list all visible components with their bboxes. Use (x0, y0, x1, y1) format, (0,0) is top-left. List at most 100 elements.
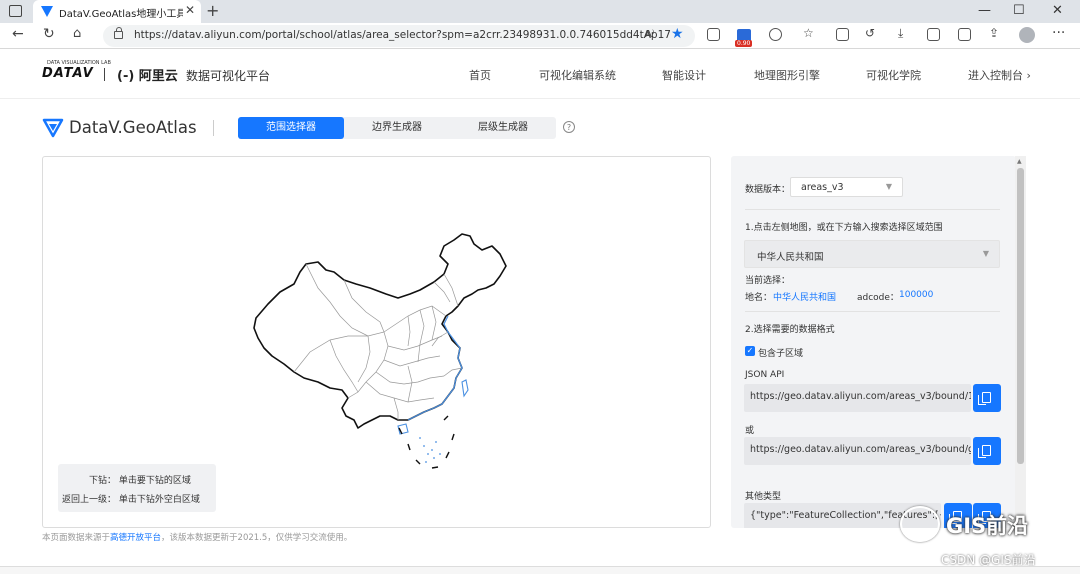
datav-favicon-icon (41, 6, 53, 17)
copilot-icon[interactable] (958, 28, 971, 41)
favorites-icon[interactable]: ☆ (803, 26, 814, 40)
step1-instruction: 1.点击左侧地图，或在下方输入搜索选择区域范围 (745, 223, 943, 233)
json-api-label: JSON API (745, 370, 785, 380)
window-icon[interactable] (9, 5, 22, 17)
adcode-label: adcode： (857, 293, 899, 303)
watermark-text: GIS前沿 (946, 514, 1029, 538)
footer-suffix: ，该版本数据更新于2021.5，仅供学习交流使用。 (161, 533, 353, 543)
china-outline[interactable] (253, 233, 507, 429)
scrollbar-thumb[interactable] (1017, 168, 1024, 464)
extension-icon[interactable] (707, 28, 720, 41)
close-window-icon[interactable]: ✕ (1052, 3, 1063, 18)
minimize-icon[interactable]: — (978, 3, 991, 18)
copy-icon (978, 392, 991, 405)
scroll-up-icon[interactable]: ▲ (1017, 158, 1022, 165)
nav-geo-engine[interactable]: 地理图形引擎 (754, 67, 820, 83)
place-value: 中华人民共和国 (773, 293, 837, 303)
china-map[interactable] (248, 232, 568, 472)
lock-icon[interactable] (114, 27, 123, 39)
aliyun-logo[interactable]: (-) 阿里云 (117, 65, 178, 84)
json-api-url-field[interactable]: https://geo.datav.aliyun.com/areas_v3/bo… (744, 384, 971, 412)
amap-link[interactable]: 高德开放平台 (110, 533, 161, 543)
title-divider (213, 120, 214, 136)
profile-avatar[interactable] (1019, 27, 1035, 43)
json-api-url[interactable]: https://geo.datav.aliyun.com/areas_v3/bo… (750, 391, 971, 402)
url-text[interactable]: https://datav.aliyun.com/portal/school/a… (134, 29, 671, 41)
nav-smart-design[interactable]: 智能设计 (662, 67, 706, 83)
history-icon[interactable]: ↺ (865, 26, 875, 40)
include-subregion-label[interactable]: 包含子区域 (758, 346, 803, 359)
screenshot-icon[interactable] (927, 28, 940, 41)
download-icon[interactable]: ⤓ (898, 26, 903, 41)
map-hint-box: 下钻： 单击要下钻的区域 返回上一级： 单击下钻外空白区域 (58, 464, 216, 512)
divider (745, 311, 1000, 312)
tool-tabs: 范围选择器 边界生成器 层级生成器 (238, 117, 556, 139)
new-tab-button[interactable]: + (206, 1, 219, 20)
version-select[interactable]: areas_v3 ▼ (790, 177, 903, 197)
datav-logo[interactable]: DATAV (42, 66, 94, 81)
other-type-label: 其他类型 (745, 492, 782, 502)
wechat-watermark-icon (900, 506, 940, 542)
nav-home[interactable]: 首页 (469, 67, 491, 83)
geoatlas-logo-icon (42, 118, 64, 138)
browser-tab-strip: DataV.GeoAtlas地理小工具系列 ✕ + — ☐ ✕ (0, 0, 1080, 23)
include-subregion-checkbox[interactable]: ✓ (745, 346, 755, 356)
alt-url[interactable]: https://geo.datav.aliyun.com/areas_v3/bo… (750, 444, 971, 455)
hint-row-drill-down: 下钻： 单击要下钻的区域 (58, 473, 191, 486)
star-icon[interactable]: ★ (671, 26, 684, 42)
tab-boundary-generator[interactable]: 边界生成器 (344, 117, 450, 139)
copy-alt-url-button[interactable] (973, 437, 1001, 465)
address-bar[interactable]: https://datav.aliyun.com/portal/school/a… (103, 25, 695, 47)
hint-value: 单击要下钻的区域 (118, 476, 191, 486)
tab-hierarchy-generator[interactable]: 层级生成器 (450, 117, 556, 139)
extension-puzzle-icon[interactable] (769, 28, 782, 41)
hint-row-go-back: 返回上一级： 单击下钻外空白区域 (58, 492, 200, 505)
refresh-icon[interactable]: ↻ (43, 26, 55, 42)
hint-key: 下钻： (88, 476, 116, 486)
divider (745, 209, 1000, 210)
tab-close-icon[interactable]: ✕ (185, 3, 195, 17)
region-search-select[interactable]: 中华人民共和国 ▼ (744, 240, 1000, 268)
step2-instruction: 2.选择需要的数据格式 (745, 325, 835, 335)
collections-icon[interactable] (836, 28, 849, 41)
chevron-down-icon: ▼ (885, 182, 892, 191)
geoatlas-title: DataV.GeoAtlas (69, 118, 197, 137)
help-icon[interactable]: ? (563, 121, 575, 133)
map-panel[interactable]: 下钻： 单击要下钻的区域 返回上一级： 单击下钻外空白区域 (42, 156, 711, 528)
extension-badge-count: 0.90 (735, 40, 753, 47)
hint-value: 单击下钻外空白区域 (118, 495, 200, 505)
browser-toolbar: ← ↻ ⌂ https://datav.aliyun.com/portal/sc… (0, 23, 1080, 49)
current-selection-label: 当前选择： (745, 276, 791, 286)
taiwan-island[interactable] (461, 379, 469, 398)
south-china-sea-islands (419, 437, 441, 463)
browser-tab[interactable]: DataV.GeoAtlas地理小工具系列 ✕ (33, 0, 201, 23)
platform-name: 数据可视化平台 (186, 69, 271, 83)
footer-prefix: 本页面数据来源于 (42, 533, 111, 543)
logo-divider (104, 68, 105, 81)
nine-dash-line (398, 415, 455, 469)
share-icon[interactable]: ⇪ (989, 26, 999, 40)
more-menu-icon[interactable]: ··· (1052, 25, 1065, 41)
maximize-icon[interactable]: ☐ (1013, 3, 1025, 18)
site-header: DATA VISUALIZATION LAB DATAV (-) 阿里云 数据可… (0, 49, 1080, 99)
read-aloud-icon[interactable]: A⁾ (645, 29, 654, 40)
version-label: 数据版本： (745, 185, 791, 195)
alt-url-field[interactable]: https://geo.datav.aliyun.com/areas_v3/bo… (744, 437, 971, 465)
copy-icon (978, 445, 991, 458)
chevron-down-icon: ▼ (982, 249, 989, 258)
region-value: 中华人民共和国 (757, 252, 824, 263)
hint-key: 返回上一级： (61, 495, 116, 505)
tab-title: DataV.GeoAtlas地理小工具系列 (59, 9, 183, 20)
status-bar (0, 566, 1080, 574)
adcode-value: 100000 (899, 290, 934, 300)
nav-console[interactable]: 进入控制台 › (968, 67, 1031, 83)
home-icon[interactable]: ⌂ (73, 26, 81, 41)
data-source-note: 本页面数据来源于高德开放平台，该版本数据更新于2021.5，仅供学习交流使用。 (42, 531, 352, 543)
place-label: 地名： (745, 293, 773, 303)
tab-area-selector[interactable]: 范围选择器 (238, 117, 344, 139)
back-icon[interactable]: ← (12, 26, 24, 42)
copy-json-api-button[interactable] (973, 384, 1001, 412)
nav-visual-editor[interactable]: 可视化编辑系统 (539, 67, 616, 83)
nav-academy[interactable]: 可视化学院 (866, 67, 921, 83)
settings-panel: 数据版本： areas_v3 ▼ 1.点击左侧地图，或在下方输入搜索选择区域范围… (731, 156, 1016, 528)
